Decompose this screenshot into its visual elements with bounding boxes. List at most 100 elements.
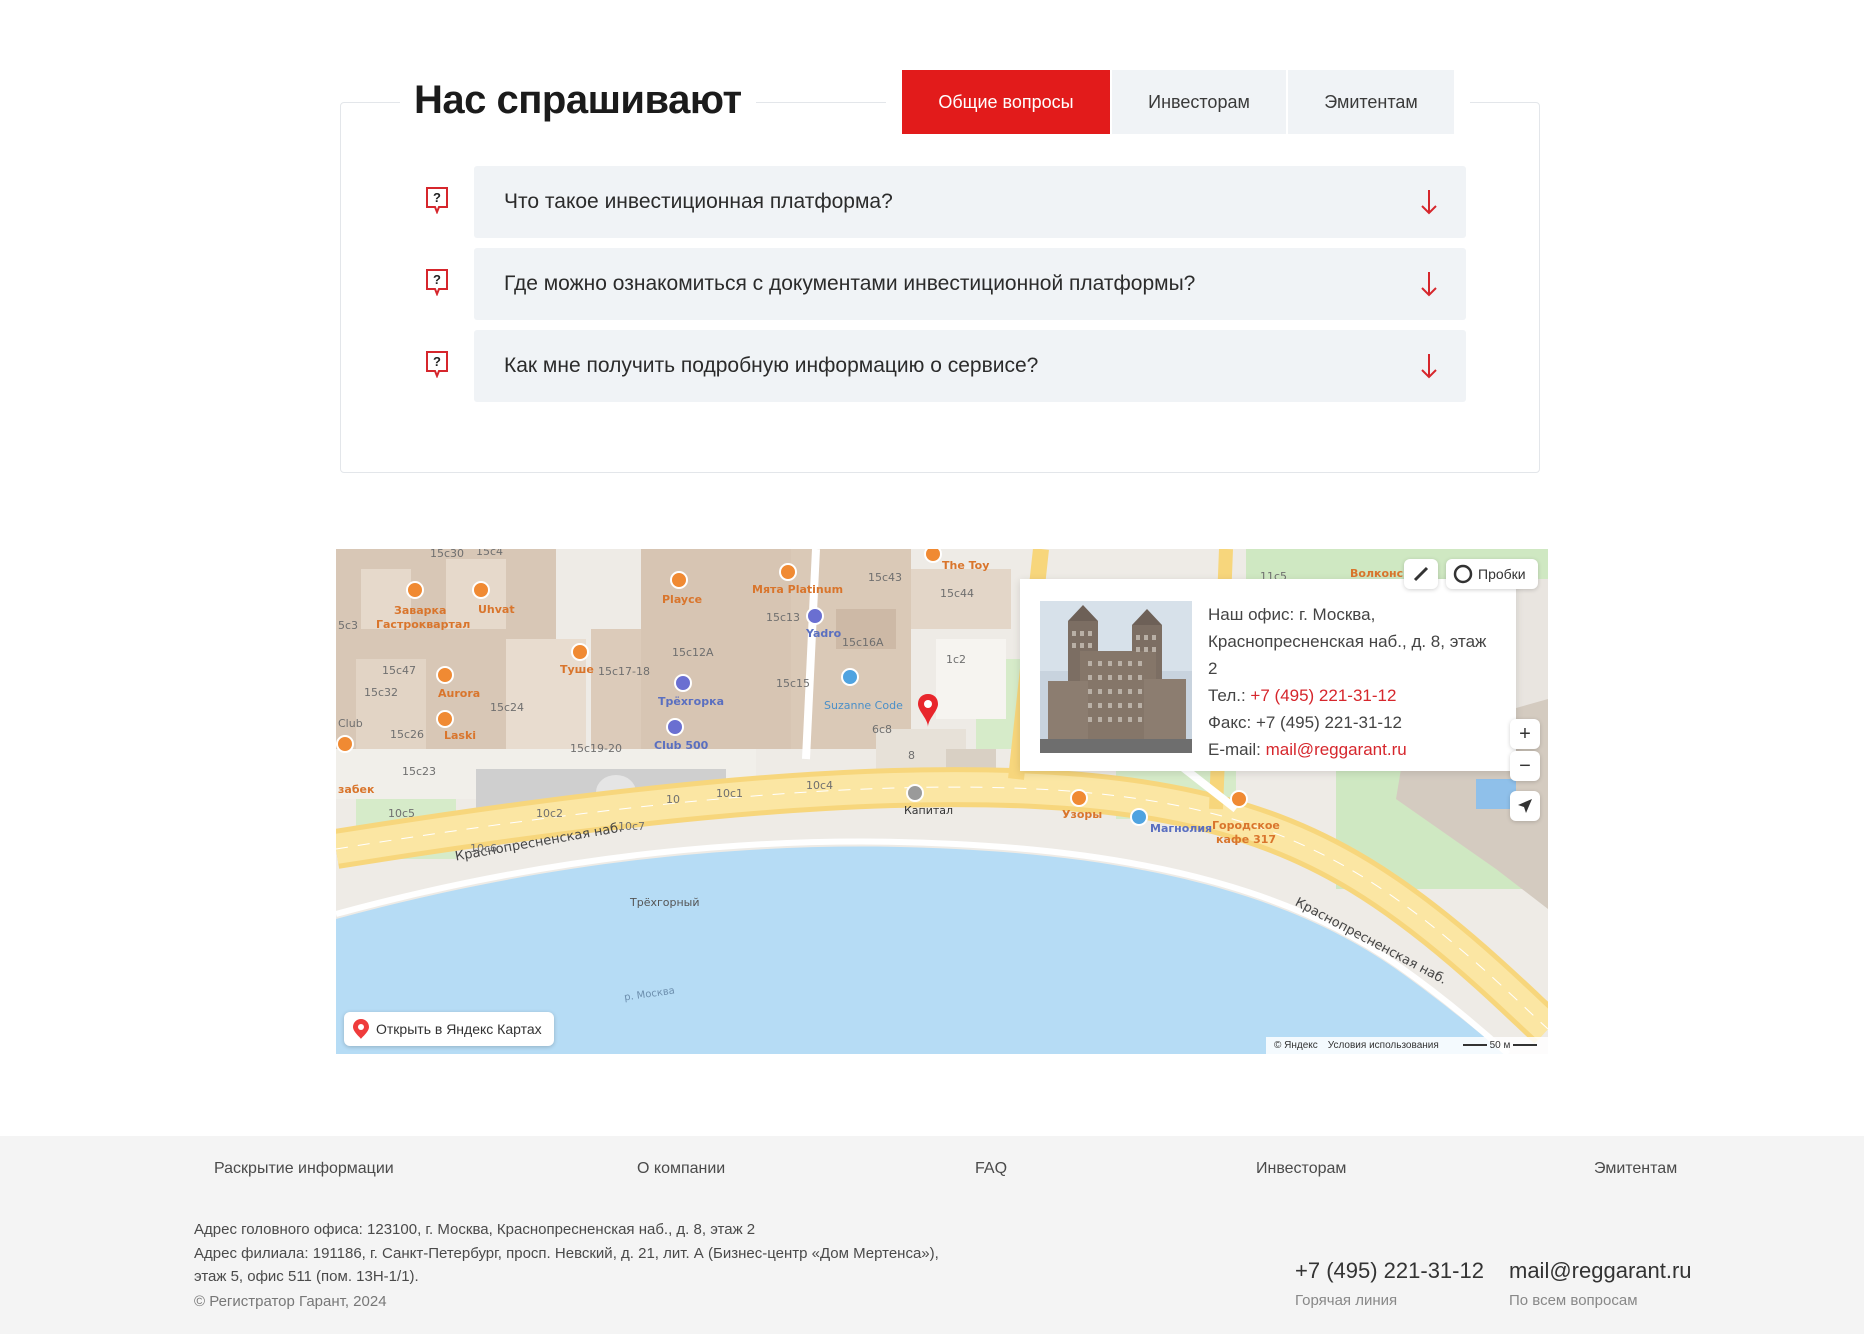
traffic-button[interactable]: Пробки (1446, 559, 1538, 589)
map-label: Капитал (904, 804, 954, 817)
building-label: 15с26 (390, 728, 425, 741)
footer-phone-link[interactable]: +7 (495) 221-31-12 (1295, 1258, 1484, 1284)
map-label: Yadro (806, 627, 842, 640)
map-scale: 50 м (1462, 1040, 1538, 1051)
ruler-icon (1413, 566, 1429, 582)
map-label: Заварка (394, 604, 447, 617)
footer-copyright: © Регистратор Гарант, 2024 (194, 1293, 387, 1310)
map-terms-link[interactable]: Условия использования (1328, 1040, 1439, 1051)
faq-question-button[interactable]: Что такое инвестиционная платформа? (474, 166, 1466, 238)
geolocation-icon (1518, 799, 1532, 813)
faq-question-button[interactable]: Где можно ознакомиться с документами инв… (474, 248, 1466, 320)
cafe-marker-icon[interactable] (336, 735, 354, 753)
faq-item: ? Как мне получить подробную информацию … (420, 330, 1466, 402)
svg-text:?: ? (433, 272, 441, 287)
footer-nav-about[interactable]: О компании (637, 1160, 725, 1178)
map-label: Мята Platinum (752, 583, 844, 596)
open-in-yandex-maps-button[interactable]: Открыть в Яндекс Картах (344, 1012, 554, 1046)
office-email-label: E-mail: (1208, 740, 1261, 759)
arrow-down-icon (1421, 190, 1437, 215)
office-email-row: E-mail: mail@reggarant.ru (1208, 736, 1496, 763)
building-label: 15с13 (766, 611, 801, 624)
zoom-in-button[interactable]: + (1510, 719, 1540, 749)
faq-list: ? Что такое инвестиционная платформа? ? … (420, 166, 1466, 412)
map-label: Гастроквартал (376, 618, 471, 631)
footer-nav-investors[interactable]: Инвесторам (1256, 1160, 1346, 1178)
footer-address-branch-1: Адрес филиала: 191186, г. Санкт-Петербур… (194, 1244, 939, 1262)
shop-marker-icon[interactable] (1130, 808, 1148, 826)
map-pin-icon[interactable] (917, 693, 939, 729)
office-info-text: Наш офис: г. Москва, Краснопресненская н… (1208, 601, 1496, 771)
zoom-out-button[interactable]: − (1510, 751, 1540, 781)
building-label: 10с5 (388, 807, 416, 820)
bank-marker-icon[interactable] (906, 784, 924, 802)
office-phone-link[interactable]: +7 (495) 221-31-12 (1250, 686, 1396, 705)
building-label: 15с23 (402, 765, 437, 778)
poi-marker-icon[interactable] (841, 668, 859, 686)
cafe-marker-icon[interactable] (670, 571, 688, 589)
cafe-marker-icon[interactable] (1230, 790, 1248, 808)
map-label: Трёхгорка (658, 695, 724, 708)
question-bubble-icon: ? (426, 269, 448, 296)
tab-investors[interactable]: Инвесторам (1112, 70, 1286, 134)
map-label: Магнолия (1150, 822, 1213, 835)
question-bubble-icon: ? (426, 351, 448, 378)
map-label: The Toy (942, 559, 990, 572)
footer-address-branch-2: этаж 5, офис 511 (пом. 13Н-1/1). (194, 1268, 419, 1285)
footer: Раскрытие информации О компании FAQ Инве… (0, 1136, 1864, 1334)
building-label: 15с15 (776, 677, 811, 690)
poi-marker-icon[interactable] (674, 674, 692, 692)
building-label: 10с1 (716, 787, 744, 800)
tab-issuers[interactable]: Эмитентам (1288, 70, 1454, 134)
footer-addresses: Адрес головного офиса: 123100, г. Москва… (194, 1218, 939, 1289)
building-label: 6с8 (872, 723, 893, 736)
building-label: 15с24 (490, 701, 525, 714)
building-label: 1с2 (946, 653, 967, 666)
building-label: 15с30 (430, 549, 465, 560)
poi-marker-icon[interactable] (666, 718, 684, 736)
building-label: 15с44 (940, 587, 975, 600)
building-label: 10 (666, 793, 680, 806)
cafe-marker-icon[interactable] (436, 710, 454, 728)
footer-email-caption: По всем вопросам (1509, 1292, 1638, 1309)
office-phone-label: Тел.: (1208, 686, 1246, 705)
faq-question-text: Где можно ознакомиться с документами инв… (504, 272, 1196, 295)
building-label: 10с4 (806, 779, 834, 792)
cafe-marker-icon[interactable] (472, 581, 490, 599)
faq-title: Нас спрашивают (400, 70, 756, 130)
building-label: 8 (908, 749, 915, 762)
poi-marker-icon[interactable] (806, 607, 824, 625)
cafe-marker-icon[interactable] (1070, 789, 1088, 807)
ruler-button[interactable] (1404, 559, 1438, 589)
footer-email-link[interactable]: mail@reggarant.ru (1509, 1258, 1692, 1284)
office-email-link[interactable]: mail@reggarant.ru (1266, 740, 1407, 759)
map-label: Uhvat (478, 603, 515, 616)
building-label: 15с17-18 (598, 665, 651, 678)
footer-nav-disclosure[interactable]: Раскрытие информации (214, 1160, 394, 1178)
office-phone-row: Тел.: +7 (495) 221-31-12 (1208, 682, 1496, 709)
geolocation-button[interactable] (1510, 791, 1540, 821)
map-label: Club 500 (654, 739, 709, 752)
footer-nav-faq[interactable]: FAQ (975, 1160, 1007, 1178)
office-map[interactable]: Заварка Гастроквартал Uhvat Playce Мята … (336, 549, 1548, 1054)
faq-question-button[interactable]: Как мне получить подробную информацию о … (474, 330, 1466, 402)
arrow-down-icon (1421, 272, 1437, 297)
footer-nav-issuers[interactable]: Эмитентам (1594, 1160, 1677, 1178)
footer-address-main: Адрес головного офиса: 123100, г. Москва… (194, 1221, 756, 1238)
map-label: Suzanne Code (824, 699, 903, 712)
tab-general-questions[interactable]: Общие вопросы (902, 70, 1110, 134)
faq-question-text: Что такое инвестиционная платформа? (504, 190, 893, 213)
office-info-card: Наш офис: г. Москва, Краснопресненская н… (1020, 579, 1516, 771)
zoom-out-icon: − (1519, 754, 1531, 777)
building-label: 15с32 (364, 686, 399, 699)
cafe-marker-icon[interactable] (436, 666, 454, 684)
cafe-marker-icon[interactable] (406, 581, 424, 599)
building-label: 15с16А (842, 636, 884, 649)
map-label: забек (338, 783, 375, 796)
map-scale-label: 50 м (1489, 1040, 1511, 1051)
office-building-photo (1040, 601, 1192, 753)
cafe-marker-icon[interactable] (779, 563, 797, 581)
building-label: 15с19-20 (570, 742, 623, 755)
footer-email-block: mail@reggarant.ru По всем вопросам (1509, 1258, 1692, 1309)
cafe-marker-icon[interactable] (571, 643, 589, 661)
